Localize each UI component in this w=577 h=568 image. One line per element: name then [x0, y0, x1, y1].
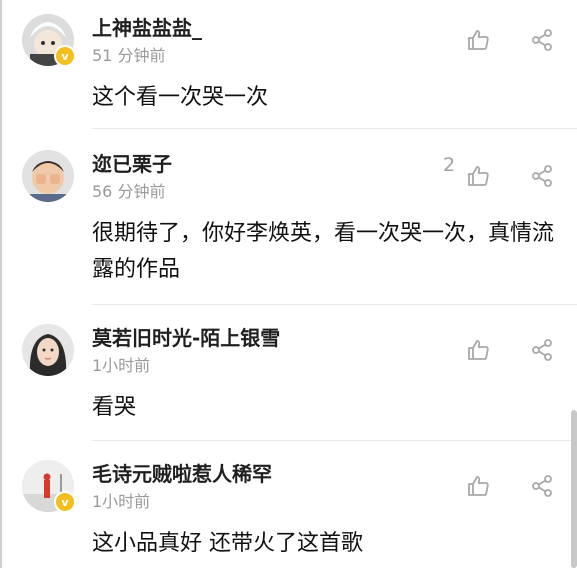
- thumbs-up-icon[interactable]: [466, 164, 490, 188]
- share-icon[interactable]: [530, 28, 554, 52]
- divider: [92, 128, 577, 129]
- comment-text: 看哭: [92, 395, 137, 420]
- verified-badge: v: [54, 491, 76, 513]
- comment-item: 莫若旧时光-陌上银雪 1小时前 看哭: [0, 310, 577, 438]
- avatar[interactable]: [22, 150, 74, 202]
- verified-badge: v: [54, 45, 76, 67]
- share-icon[interactable]: [530, 164, 554, 188]
- comment-time: 56 分钟前: [92, 182, 166, 201]
- comment-text: 这小品真好 还带火了这首歌: [92, 531, 363, 556]
- divider: [92, 440, 577, 441]
- comment-time: 1小时前: [92, 356, 151, 375]
- thumbs-up-icon[interactable]: [466, 28, 490, 52]
- comment-item: 迩已栗子 56 分钟前 很期待了，你好李焕英，看一次哭一次，真情流露的作品 2: [0, 136, 577, 304]
- comment-text: 这个看一次哭一次: [92, 85, 269, 110]
- comment-author[interactable]: 迩已栗子: [92, 148, 172, 177]
- avatar[interactable]: [22, 324, 74, 376]
- comment-author[interactable]: 毛诗元贼啦惹人稀罕: [92, 458, 272, 487]
- like-count: 2: [443, 154, 456, 176]
- share-icon[interactable]: [530, 474, 554, 498]
- comment-author[interactable]: 上神盐盐盐_: [92, 12, 202, 41]
- thumbs-up-icon[interactable]: [466, 474, 490, 498]
- comment-time: 51 分钟前: [92, 46, 166, 65]
- comment-time: 1小时前: [92, 492, 151, 511]
- share-icon[interactable]: [530, 338, 554, 362]
- comment-item: v 毛诗元贼啦惹人稀罕 1小时前 这小品真好 还带火了这首歌: [0, 446, 577, 568]
- comment-item: v 上神盐盐盐_ 51 分钟前 这个看一次哭一次: [0, 0, 577, 128]
- comment-text: 很期待了，你好李焕英，看一次哭一次，真情流露的作品: [92, 221, 555, 282]
- divider: [92, 304, 577, 305]
- thumbs-up-icon[interactable]: [466, 338, 490, 362]
- comment-author[interactable]: 莫若旧时光-陌上银雪: [92, 322, 280, 351]
- scrollbar[interactable]: [571, 410, 577, 568]
